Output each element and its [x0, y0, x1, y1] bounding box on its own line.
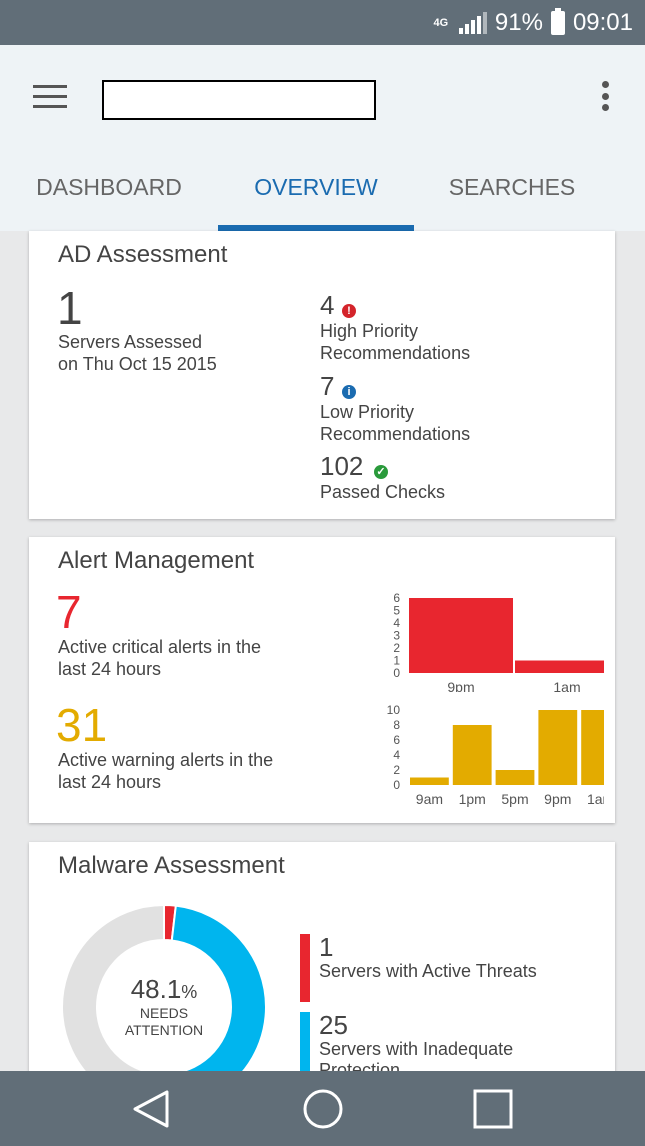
inadequate-count: 25 — [319, 1010, 348, 1040]
tab-searches[interactable]: SEARCHES — [414, 165, 610, 231]
servers-assessed-date: on Thu Oct 15 2015 — [58, 354, 217, 374]
x-tick-label: 1pm — [459, 791, 486, 807]
critical-alerts-chart: 0123456 9pm 1am — [393, 592, 604, 692]
clock: 09:01 — [572, 9, 633, 36]
warning-bar-9am — [410, 777, 449, 785]
warning-alerts-chart: 0246810 9am 1pm 5pm 9pm 1am — [387, 704, 604, 807]
malware-assessment-card[interactable]: Malware Assessment 48.1% NEEDS ATTENTION… — [29, 842, 615, 1110]
passed-checks-count: 102 — [320, 451, 364, 481]
x-tick-label: 1am — [587, 791, 604, 807]
inadequate-label: Servers with Inadequate — [319, 1039, 514, 1059]
y-tick-label: 0 — [393, 778, 400, 792]
high-priority-count: 4 — [320, 290, 335, 320]
warning-bar-5pm — [495, 770, 535, 785]
battery-percent: 91% — [494, 9, 543, 36]
app-bar: DASHBOARD OVERVIEW SEARCHES — [0, 45, 645, 231]
card-title: Malware Assessment — [58, 852, 285, 879]
y-tick-label: 4 — [393, 616, 400, 630]
tab-overview[interactable]: OVERVIEW — [218, 165, 414, 231]
donut-percent: 48.1% — [130, 974, 198, 1004]
warning-bar-1am — [581, 710, 604, 785]
active-threats-count: 1 — [319, 932, 334, 962]
critical-alerts-label: Active critical alerts in the — [58, 637, 262, 657]
high-priority-label-2: Recommendations — [320, 343, 471, 363]
card-title: AD Assessment — [58, 241, 228, 268]
tab-dashboard[interactable]: DASHBOARD — [10, 165, 208, 231]
legend-swatch-active-threats — [300, 934, 310, 1002]
y-tick-label: 0 — [393, 666, 400, 680]
card-title: Alert Management — [58, 547, 255, 574]
y-tick-label: 5 — [393, 604, 400, 618]
x-tick-label: 9am — [416, 791, 443, 807]
recent-apps-icon[interactable] — [473, 1089, 513, 1129]
servers-assessed-count: 1 — [57, 282, 83, 334]
signal-icon — [458, 12, 487, 34]
navigation-bar — [0, 1071, 645, 1146]
y-tick-label: 6 — [393, 592, 400, 605]
back-icon[interactable] — [131, 1089, 171, 1129]
critical-alerts-count: 7 — [56, 586, 82, 638]
donut-label: NEEDS ATTENTION — [124, 1005, 204, 1038]
low-priority-count: 7 — [320, 371, 335, 401]
active-threats-label: Servers with Active Threats — [319, 961, 537, 981]
more-options-icon[interactable] — [600, 81, 610, 111]
warning-bar-9pm — [538, 710, 578, 785]
check-icon: ✓ — [374, 465, 388, 479]
x-tick-label: 9pm — [544, 791, 571, 807]
servers-assessed-label: Servers Assessed — [58, 332, 203, 352]
warning-alerts-label-2: last 24 hours — [58, 772, 162, 792]
low-priority-label-2: Recommendations — [320, 424, 471, 444]
ad-assessment-card[interactable]: AD Assessment 1 Servers Assessed on Thu … — [29, 231, 615, 519]
info-icon: i — [342, 385, 356, 399]
tab-bar: DASHBOARD OVERVIEW SEARCHES — [0, 165, 645, 231]
y-tick-label: 2 — [393, 763, 400, 777]
y-tick-label: 8 — [393, 718, 400, 732]
passed-checks-label: Passed Checks — [320, 482, 446, 502]
y-tick-label: 10 — [387, 704, 401, 717]
x-tick-label: 1am — [553, 679, 580, 692]
network-type: 4G — [433, 16, 449, 29]
menu-icon[interactable] — [33, 85, 67, 109]
x-tick-label: 9pm — [447, 679, 474, 692]
home-icon[interactable] — [301, 1087, 345, 1131]
warning-bar-1pm — [452, 725, 492, 785]
status-bar: 4G 91% 09:01 — [0, 0, 645, 45]
alert-icon: ! — [342, 304, 356, 318]
warning-alerts-label: Active warning alerts in the — [58, 750, 274, 770]
critical-bar-9pm — [409, 598, 513, 673]
y-tick-label: 6 — [393, 733, 400, 747]
y-tick-label: 3 — [393, 629, 400, 643]
alert-management-card[interactable]: Alert Management 7 Active critical alert… — [29, 537, 615, 823]
y-tick-label: 1 — [393, 654, 400, 668]
low-priority-label: Low Priority — [320, 402, 415, 422]
status-icons: 4G 91% 09:01 — [431, 8, 633, 38]
critical-bar-1am — [515, 660, 604, 673]
critical-alerts-label-2: last 24 hours — [58, 659, 162, 679]
workspace-title-box — [102, 80, 376, 120]
battery-icon — [550, 8, 565, 35]
y-tick-label: 4 — [393, 748, 400, 762]
x-tick-label: 5pm — [501, 791, 528, 807]
high-priority-label: High Priority — [320, 321, 419, 341]
y-tick-label: 2 — [393, 641, 400, 655]
warning-alerts-count: 31 — [56, 699, 108, 751]
